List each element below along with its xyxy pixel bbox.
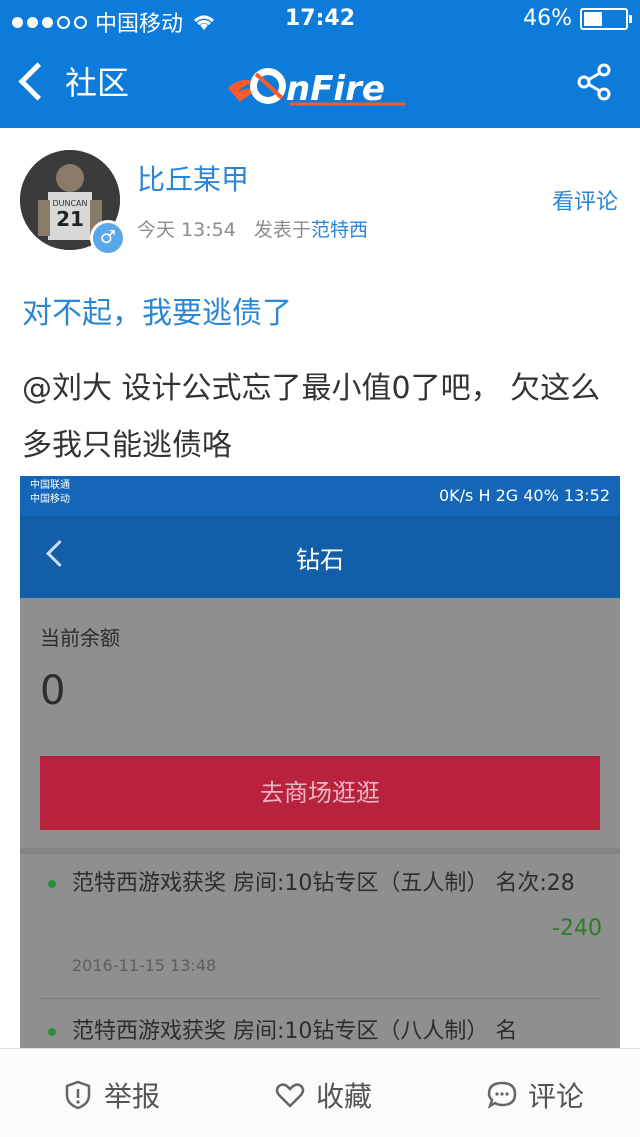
comment-icon: [487, 1081, 517, 1109]
embedded-screenshot[interactable]: 中国联通 中国移动 0K/s H 2G 40% 13:52 钻石 当前余额 0 …: [20, 476, 620, 1048]
record-dot: [48, 880, 56, 888]
male-icon: ♂: [90, 220, 126, 256]
embedded-carriers: 中国联通 中国移动: [30, 479, 70, 507]
post-body: @刘大 设计公式忘了最小值0了吧， 欠这么多我只能逃债咯: [22, 371, 601, 463]
balance-label: 当前余额: [40, 626, 120, 650]
comment-label: 评论: [528, 1080, 585, 1113]
bottom-action-bar: 举报 收藏 评论: [0, 1048, 640, 1137]
embedded-title: 钻石: [296, 546, 344, 574]
embedded-carrier-2: 中国移动: [30, 494, 70, 505]
record-text: 范特西游戏获奖 房间:10钻专区（五人制） 名次:28: [72, 871, 575, 896]
board-link[interactable]: 范特西: [311, 219, 368, 241]
embedded-status-bar: 中国联通 中国移动 0K/s H 2G 40% 13:52: [20, 476, 620, 516]
status-right: 46%: [523, 6, 632, 31]
record-date: 2016-11-15 13:48: [72, 956, 217, 975]
embedded-nav: 钻石: [20, 516, 620, 598]
post-time: 今天 13:54: [137, 219, 236, 241]
top-bar: 中国移动 17:42 46% 社区 nFire: [0, 0, 640, 128]
embedded-status-right: 0K/s H 2G 40% 13:52: [438, 486, 610, 505]
shield-alert-icon: [65, 1080, 91, 1110]
report-label: 举报: [104, 1080, 161, 1113]
record-amount: -240: [552, 916, 602, 941]
posted-in-label: 发表于: [253, 219, 311, 241]
avatar-jersey: 21: [56, 207, 84, 231]
record-text: 范特西游戏获奖 房间:10钻专区（八人制） 名: [72, 1019, 518, 1044]
embedded-carrier-1: 中国联通: [30, 480, 70, 491]
share-icon[interactable]: [574, 62, 614, 102]
heart-icon: [275, 1083, 305, 1108]
embedded-divider: [20, 848, 620, 854]
author-name[interactable]: 比丘某甲: [137, 158, 249, 198]
balance-value: 0: [40, 668, 66, 714]
back-label: 社区: [65, 64, 130, 102]
record-divider: [40, 998, 600, 999]
comment-button[interactable]: 评论: [486, 1075, 584, 1115]
report-button[interactable]: 举报: [62, 1075, 160, 1115]
favorite-label: 收藏: [316, 1080, 373, 1113]
back-button[interactable]: 社区: [14, 58, 129, 104]
record-dot: [48, 1028, 56, 1036]
chevron-left-icon: [18, 61, 57, 101]
battery-percent: 46%: [523, 6, 572, 31]
post-meta: 今天 13:54 发表于范特西: [137, 215, 368, 242]
battery-icon: [580, 7, 632, 30]
post-title: 对不起，我要逃债了: [22, 296, 292, 331]
favorite-button[interactable]: 收藏: [274, 1075, 372, 1115]
embedded-shop-button: 去商场逛逛: [40, 756, 600, 830]
status-bar: 中国移动 17:42 46%: [0, 0, 640, 40]
nav-bar: 社区 nFire: [0, 40, 640, 128]
onfire-logo: nFire: [228, 68, 405, 109]
view-comments-button[interactable]: 看评论: [552, 184, 618, 216]
